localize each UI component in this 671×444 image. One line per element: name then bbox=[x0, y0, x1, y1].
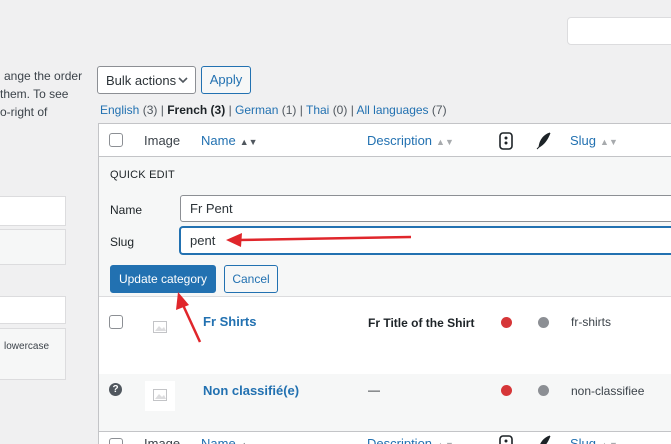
arrow-to-slug-field bbox=[226, 233, 412, 247]
arrow-to-update-button bbox=[176, 292, 202, 343]
annotation-arrows bbox=[176, 233, 412, 343]
